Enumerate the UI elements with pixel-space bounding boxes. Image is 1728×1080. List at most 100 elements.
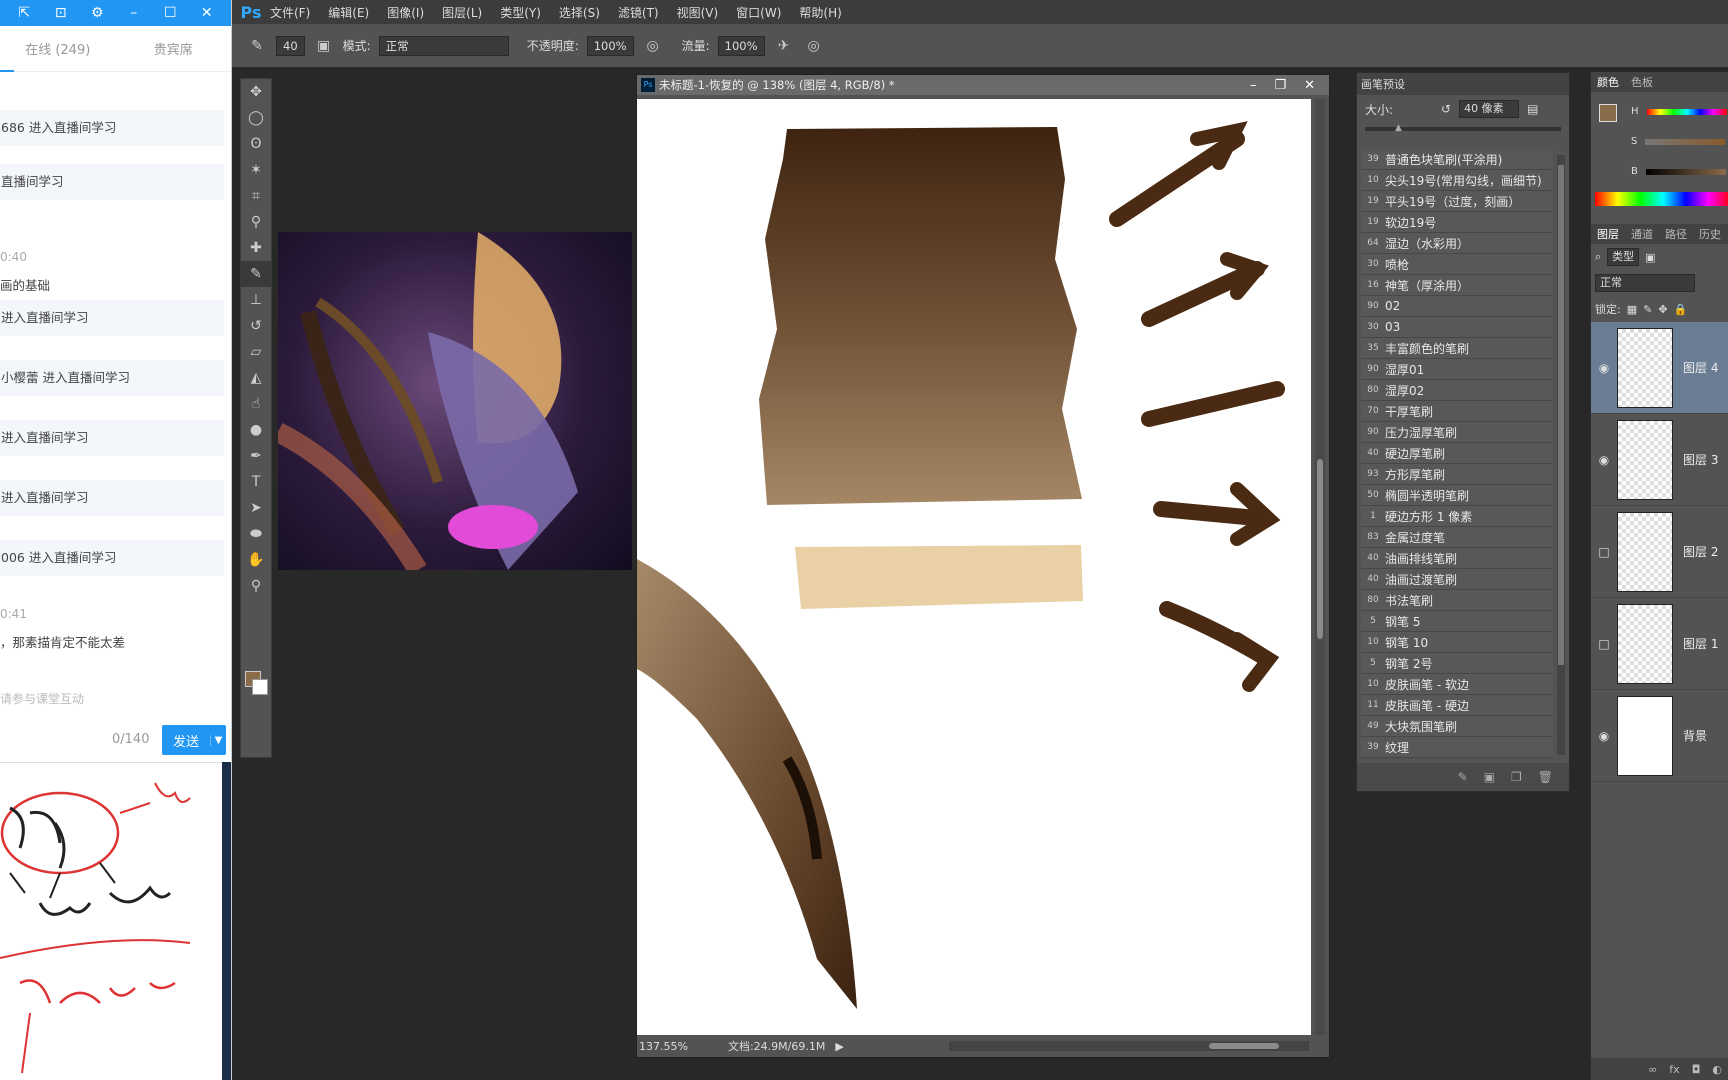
layer-name[interactable]: 图层 1 bbox=[1683, 635, 1718, 652]
visibility-eye-icon[interactable]: □ bbox=[1591, 637, 1617, 651]
opacity-input[interactable]: 100% bbox=[586, 35, 634, 56]
smudge-icon[interactable]: ☝ bbox=[241, 391, 271, 417]
brush-preset-item[interactable]: 30 喷枪 bbox=[1361, 254, 1553, 275]
size-slider[interactable]: ▲ bbox=[1365, 123, 1561, 133]
popout-icon[interactable]: ⇱ bbox=[15, 5, 33, 21]
layer-thumbnail[interactable] bbox=[1617, 511, 1673, 592]
menu-help[interactable]: 帮助(H) bbox=[799, 4, 841, 21]
brush-preset-item[interactable]: 90 02 bbox=[1361, 296, 1553, 317]
brush-panel-toggle-icon[interactable]: ▣ bbox=[313, 35, 335, 57]
tab-history[interactable]: 历史 bbox=[1699, 226, 1721, 242]
link-icon[interactable]: ∞ bbox=[1648, 1063, 1657, 1076]
chat-input[interactable]: 请参与课堂互动 bbox=[0, 690, 84, 707]
brush-preset-item[interactable]: 93 方形厚笔刷 bbox=[1361, 464, 1553, 485]
brush-preset-item[interactable]: 5 钢笔 2号 bbox=[1361, 653, 1553, 674]
pen-icon[interactable]: ✒ bbox=[241, 443, 271, 469]
eyedropper-icon[interactable]: ⚲ bbox=[241, 209, 271, 235]
layer-name[interactable]: 图层 2 bbox=[1683, 543, 1718, 560]
new-preset-icon[interactable]: ▤ bbox=[1527, 102, 1538, 116]
type-icon[interactable]: T bbox=[241, 469, 271, 495]
brush-size-picker[interactable]: 40 bbox=[276, 35, 305, 56]
background-color-swatch[interactable] bbox=[252, 679, 268, 695]
brush-preset-item[interactable]: 40 油画过渡笔刷 bbox=[1361, 569, 1553, 590]
hand-icon[interactable]: ✋ bbox=[241, 547, 271, 573]
brush-list-scrollbar[interactable] bbox=[1557, 155, 1565, 755]
new-brush-icon[interactable]: ❐ bbox=[1511, 770, 1522, 784]
path-select-icon[interactable]: ➤ bbox=[241, 495, 271, 521]
brush-preset-item[interactable]: 80 书法笔刷 bbox=[1361, 590, 1553, 611]
menu-window[interactable]: 窗口(W) bbox=[736, 4, 781, 21]
layer-name[interactable]: 背景 bbox=[1683, 727, 1707, 744]
pressure-size-icon[interactable]: ◎ bbox=[803, 35, 825, 57]
lock-move-icon[interactable]: ✥ bbox=[1658, 303, 1667, 316]
healing-brush-icon[interactable]: ✚ bbox=[241, 235, 271, 261]
brush-preset-item[interactable]: 40 油画排线笔刷 bbox=[1361, 548, 1553, 569]
layer-row[interactable]: □ 图层 2 bbox=[1591, 506, 1728, 598]
zoom-level[interactable]: 137.55% bbox=[639, 1040, 688, 1053]
doc-size-info[interactable]: 文档:24.9M/69.1M bbox=[728, 1038, 825, 1054]
brush-preset-item[interactable]: 11 皮肤画笔 - 硬边 bbox=[1361, 695, 1553, 716]
image-filter-icon[interactable]: ▣ bbox=[1645, 251, 1655, 264]
menu-type[interactable]: 类型(Y) bbox=[500, 4, 541, 21]
lock-transparent-icon[interactable]: ▦ bbox=[1627, 303, 1637, 316]
history-brush-icon[interactable]: ↺ bbox=[241, 313, 271, 339]
layer-row[interactable]: ◉ 图层 4 bbox=[1591, 322, 1728, 414]
tab-vip[interactable]: 贵宾席 bbox=[116, 39, 232, 58]
brush-preset-item[interactable]: 19 平头19号（过度，刻画） bbox=[1361, 191, 1553, 212]
blend-mode-select[interactable]: 正常 bbox=[1595, 274, 1695, 292]
flow-input[interactable]: 100% bbox=[717, 35, 765, 56]
adjustment-icon[interactable]: ◐ bbox=[1712, 1063, 1722, 1076]
menu-image[interactable]: 图像(I) bbox=[387, 4, 424, 21]
move-tool-icon[interactable]: ✥ bbox=[241, 79, 271, 105]
brush-preset-item[interactable]: 50 椭圆半透明笔刷 bbox=[1361, 485, 1553, 506]
tab-layers[interactable]: 图层 bbox=[1597, 226, 1619, 242]
slider-knob[interactable]: ▲ bbox=[1395, 123, 1402, 133]
ellipse-marquee-icon[interactable]: ◯ bbox=[241, 105, 271, 131]
ellipse-shape-icon[interactable]: ⬬ bbox=[241, 521, 271, 547]
layer-kind-filter[interactable]: 类型 bbox=[1607, 248, 1640, 266]
brush-preset-item[interactable]: 80 湿厚02 bbox=[1361, 380, 1553, 401]
close-icon[interactable]: ✕ bbox=[1304, 78, 1315, 93]
canvas[interactable] bbox=[637, 99, 1311, 1036]
brush-preset-item[interactable]: 1 硬边方形 1 像素 bbox=[1361, 506, 1553, 527]
horizontal-scrollbar[interactable] bbox=[949, 1041, 1309, 1051]
scroll-thumb[interactable] bbox=[1317, 459, 1323, 639]
layer-row[interactable]: ◉ 背景 bbox=[1591, 690, 1728, 782]
paint-bucket-icon[interactable]: ◭ bbox=[241, 365, 271, 391]
visibility-eye-icon[interactable]: ◉ bbox=[1591, 361, 1617, 375]
brush-preset-item[interactable]: 10 钢笔 10 bbox=[1361, 632, 1553, 653]
trash-icon[interactable]: 🗑 bbox=[1538, 770, 1553, 784]
layer-name[interactable]: 图层 3 bbox=[1683, 451, 1718, 468]
brush-preset-item[interactable]: 16 神笔（厚涂用） bbox=[1361, 275, 1553, 296]
brush-preset-item[interactable]: 90 压力湿厚笔刷 bbox=[1361, 422, 1553, 443]
gear-icon[interactable]: ⚙ bbox=[88, 5, 106, 21]
brush-preset-item[interactable]: 10 皮肤画笔 - 软边 bbox=[1361, 674, 1553, 695]
status-arrow-icon[interactable]: ▶ bbox=[835, 1040, 843, 1053]
document-tab[interactable]: Ps 未标题-1-恢复的 @ 138% (图层 4, RGB/8) * – ❐ … bbox=[637, 75, 1329, 95]
tab-swatches[interactable]: 色板 bbox=[1631, 74, 1653, 90]
lock-paint-icon[interactable]: ✎ bbox=[1643, 303, 1652, 316]
lock-icon[interactable]: 🔒 bbox=[1674, 303, 1688, 316]
layer-row[interactable]: ◉ 图层 3 bbox=[1591, 414, 1728, 506]
layer-thumbnail[interactable] bbox=[1617, 695, 1673, 776]
brush-preset-item[interactable]: 90 湿厚01 bbox=[1361, 359, 1553, 380]
saturation-slider[interactable] bbox=[1645, 138, 1726, 145]
toggle-brush-panel-icon[interactable]: ✎ bbox=[1458, 770, 1468, 784]
vertical-scrollbar[interactable] bbox=[1315, 99, 1325, 1036]
zoom-icon[interactable]: ⚲ bbox=[241, 573, 271, 599]
brush-icon[interactable]: ✎ bbox=[241, 261, 271, 287]
visibility-eye-icon[interactable]: ◉ bbox=[1591, 729, 1617, 743]
brush-preset-item[interactable]: 10 尖头19号(常用勾线，画细节) bbox=[1361, 170, 1553, 191]
tab-channels[interactable]: 通道 bbox=[1631, 226, 1653, 242]
brush-preset-item[interactable]: 39 纹理 bbox=[1361, 737, 1553, 758]
minimize-icon[interactable]: – bbox=[125, 5, 143, 21]
lasso-icon[interactable]: ʘ bbox=[241, 131, 271, 157]
restore-icon[interactable]: ❐ bbox=[1274, 78, 1286, 93]
send-button[interactable]: 发送 ▼ bbox=[162, 725, 226, 755]
brush-preset-item[interactable]: 70 干厚笔刷 bbox=[1361, 401, 1553, 422]
brush-preset-item[interactable]: 40 硬边厚笔刷 bbox=[1361, 443, 1553, 464]
brush-preset-item[interactable]: 39 普通色块笔刷(平涂用) bbox=[1361, 149, 1553, 170]
minimize-icon[interactable]: – bbox=[1250, 78, 1257, 93]
announce-icon[interactable]: ⊡ bbox=[52, 5, 70, 21]
hue-slider[interactable] bbox=[1646, 108, 1727, 115]
